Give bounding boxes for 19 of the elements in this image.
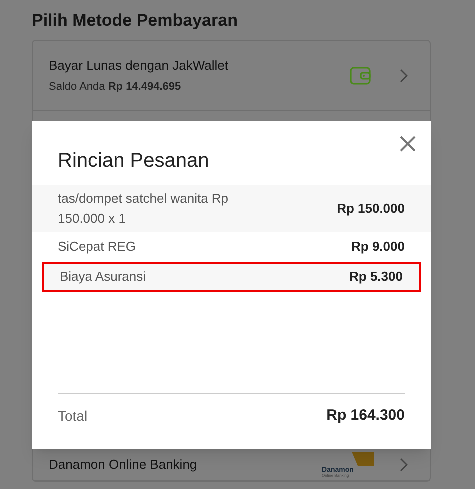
- wallet-icon: [350, 66, 372, 84]
- item-amount: Rp 9.000: [352, 238, 405, 256]
- modal-title: Rincian Pesanan: [58, 149, 210, 174]
- page-title: Pilih Metode Pembayaran: [32, 10, 239, 32]
- total-amount: Rp 164.300: [326, 406, 405, 426]
- item-amount: Rp 5.300: [350, 268, 403, 286]
- balance-text: Saldo Anda Rp 14.494.695: [49, 80, 182, 94]
- chevron-right-icon: [400, 68, 408, 82]
- close-icon: [399, 135, 417, 153]
- item-amount: Rp 150.000: [337, 200, 405, 218]
- item-label: SiCepat REG: [58, 238, 136, 256]
- option-label: Danamon Online Banking: [49, 456, 198, 474]
- total-label: Total: [58, 407, 88, 426]
- close-button[interactable]: [399, 135, 417, 153]
- item-label: Biaya Asuransi: [60, 268, 146, 286]
- option-label: Bayar Lunas dengan JakWallet: [49, 57, 230, 75]
- payment-option[interactable]: Bayar Lunas dengan JakWallet Saldo Anda Rp 14.494.695: [33, 41, 430, 111]
- chevron-right-icon: [400, 458, 408, 472]
- item-label: tas/dompet satchel wanita Rp 150.000 x 1: [58, 190, 230, 228]
